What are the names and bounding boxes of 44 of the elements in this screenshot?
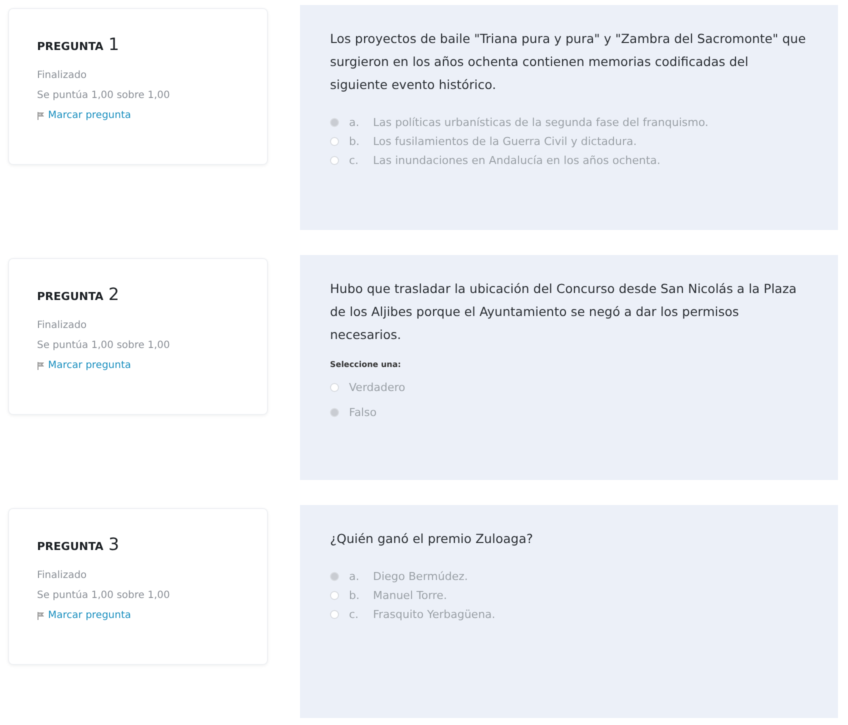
option-letter: c. [349,154,360,167]
option-letter: b. [349,589,360,602]
question-status: Finalizado [37,70,87,81]
flag-question-link[interactable]: Marcar pregunta [37,610,132,621]
question-number: 1 [108,35,120,55]
question-status: Finalizado [37,320,87,331]
flag-question-link[interactable]: Marcar pregunta [37,360,132,371]
question-score: Se puntúa 1,00 sobre 1,00 [37,340,170,351]
radio-button[interactable] [330,591,339,600]
flag-icon [37,612,44,620]
radio-button[interactable] [330,137,339,146]
radio-button[interactable] [330,118,339,127]
question-score: Se puntúa 1,00 sobre 1,00 [37,90,170,101]
option-letter: a. [349,116,360,129]
question-text: ¿Quién ganó el premio Zuloaga? [330,530,534,548]
option-text: Manuel Torre. [373,589,447,602]
radio-button[interactable] [330,610,339,619]
radio-button[interactable] [330,408,339,417]
question-score: Se puntúa 1,00 sobre 1,00 [37,590,170,601]
option-text: Las inundaciones en Andalucía en los años ochenta. [373,154,660,167]
option-text: Los fusilamientos de la Guerra Civil y dictadura. [373,135,637,148]
question-status: Finalizado [37,570,87,581]
option-text: Diego Bermúdez. [373,570,468,583]
select-prompt: Seleccione una: [330,360,402,369]
flag-icon [37,112,44,120]
flag-icon [37,362,44,370]
radio-button[interactable] [330,572,339,581]
question-text: Hubo que trasladar la ubicación del Concurso desde San Nicolás a la Plaza de los Aljibes porque el Ayuntamiento se negó a dar los permisos necesarios. [330,280,798,344]
question-label: PREGUNTA [37,40,104,53]
option-text: Falso [349,406,377,419]
option-text: Las políticas urbanísticas de la segunda fase del franquismo. [373,116,708,129]
radio-button[interactable] [330,383,339,392]
question-label: PREGUNTA [37,540,104,553]
option-text: Verdadero [349,381,406,394]
option-text: Frasquito Yerbagüena. [373,608,496,621]
question-number: 3 [108,535,120,555]
question-label: PREGUNTA [37,290,104,303]
option-letter: a. [349,570,360,583]
flag-question-link[interactable]: Marcar pregunta [37,110,132,121]
question-text: Los proyectos de baile "Triana pura y pura" y "Zambra del Sacromonte" que surgieron en los años ochenta contienen memorias codificadas del siguiente evento histórico. [330,30,807,94]
option-letter: b. [349,135,360,148]
question-number: 2 [108,285,120,305]
radio-button[interactable] [330,156,339,165]
option-letter: c. [349,608,360,621]
